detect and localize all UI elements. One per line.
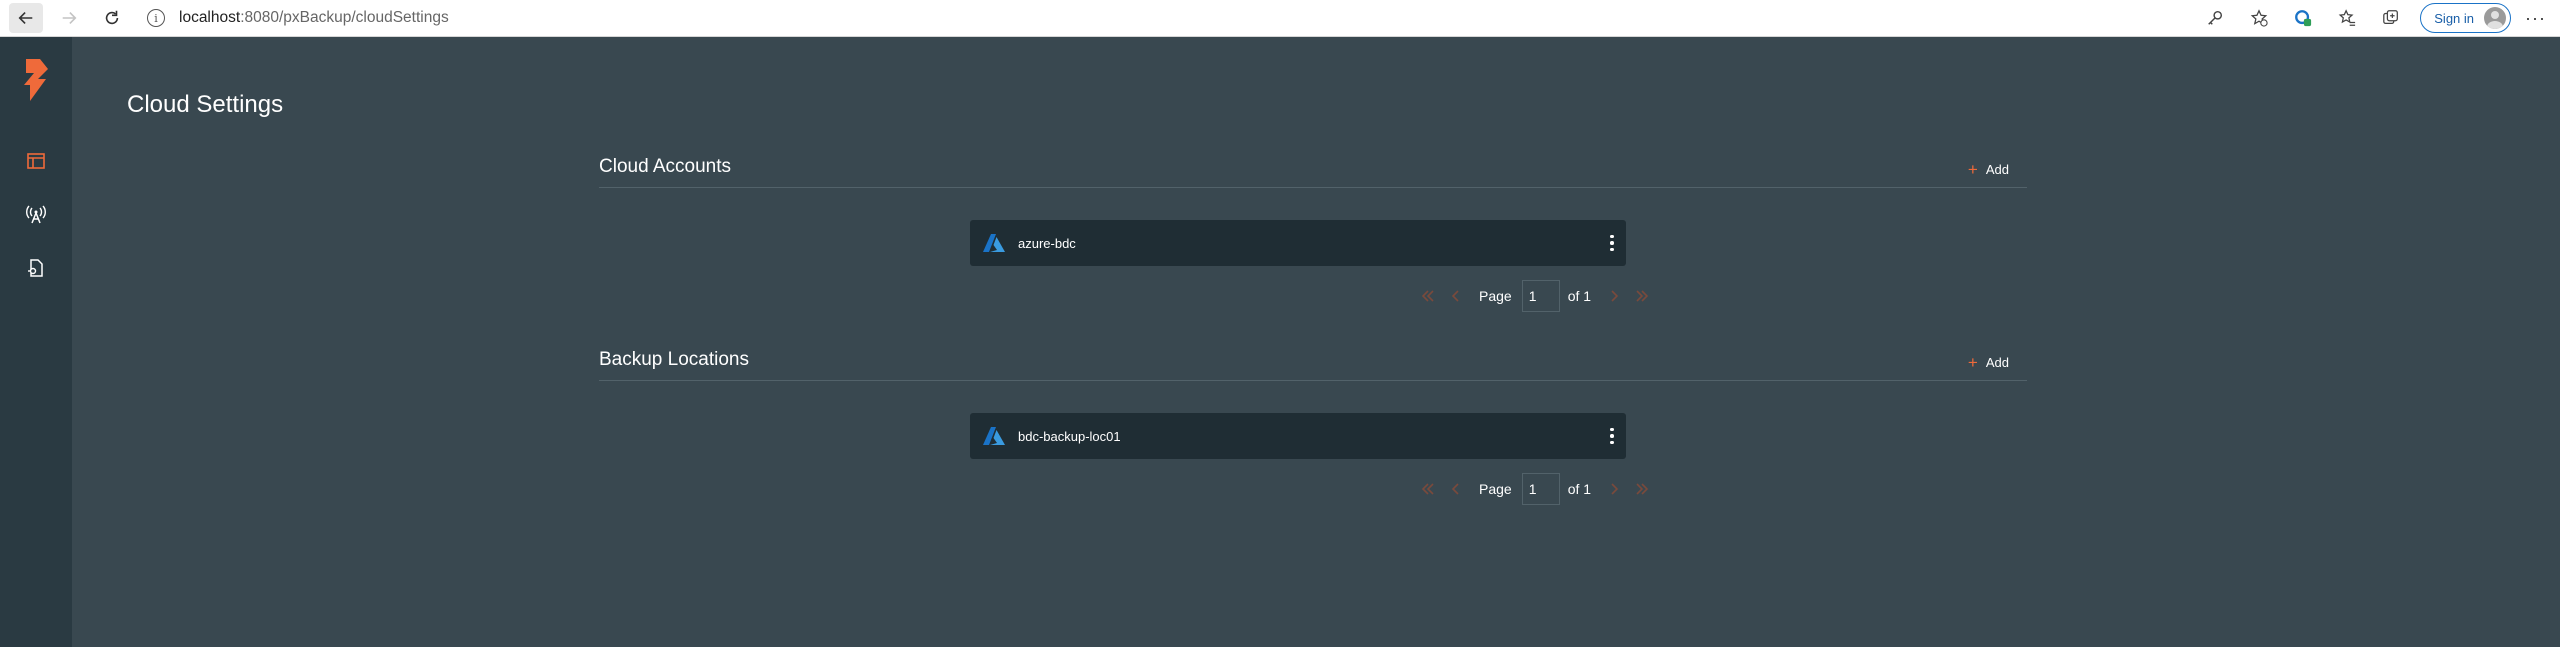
cloud-accounts-header: Cloud Accounts + Add: [599, 148, 2027, 188]
cloud-accounts-section: Cloud Accounts + Add azure-bdc Page of 1: [599, 148, 2027, 312]
cloud-account-card[interactable]: azure-bdc: [970, 220, 1626, 266]
reload-icon: [105, 10, 119, 25]
next-page-icon[interactable]: [1603, 285, 1625, 307]
kebab-menu-icon[interactable]: [1606, 425, 1618, 447]
favorites-icon[interactable]: [2330, 3, 2364, 33]
page-count-label: of 1: [1567, 288, 1592, 304]
next-page-icon[interactable]: [1603, 478, 1625, 500]
azure-icon: [983, 427, 1005, 445]
portworx-logo-icon[interactable]: [20, 57, 54, 103]
reload-button[interactable]: [95, 3, 129, 33]
prev-page-icon[interactable]: [1445, 478, 1467, 500]
sign-in-button[interactable]: Sign in: [2420, 3, 2512, 33]
plus-icon: +: [1967, 352, 1978, 372]
forward-arrow-icon: [62, 12, 77, 24]
first-page-icon[interactable]: [1417, 478, 1439, 500]
cloud-account-name: azure-bdc: [1018, 235, 1076, 251]
add-label: Add: [1985, 355, 2009, 370]
app-sidebar: [0, 37, 72, 647]
kebab-menu-icon[interactable]: [1606, 232, 1618, 254]
azure-icon: [983, 234, 1005, 252]
url-path: :8080/pxBackup/cloudSettings: [240, 9, 449, 26]
url-text[interactable]: localhost:8080/pxBackup/cloudSettings: [179, 9, 449, 27]
sidebar-item-license[interactable]: [21, 253, 51, 283]
plus-icon: +: [1967, 159, 1978, 179]
page-count-label: of 1: [1567, 481, 1592, 497]
forward-button[interactable]: [52, 3, 86, 33]
add-cloud-account-button[interactable]: + Add: [1967, 159, 2009, 179]
sign-in-label: Sign in: [2434, 10, 2475, 26]
collections-icon[interactable]: [2374, 3, 2408, 33]
first-page-icon[interactable]: [1417, 285, 1439, 307]
page-label: Page: [1479, 481, 1512, 497]
page-label: Page: [1479, 288, 1512, 304]
avatar: [2484, 7, 2507, 29]
page-title: Cloud Settings: [127, 91, 284, 118]
section-title: Backup Locations: [599, 349, 749, 370]
backup-locations-section: Backup Locations + Add bdc-backup-loc01 …: [599, 341, 2027, 505]
backup-location-name: bdc-backup-loc01: [1018, 428, 1121, 444]
back-arrow-icon: [18, 12, 33, 24]
add-label: Add: [1985, 162, 2009, 177]
more-options-button[interactable]: ···: [2525, 8, 2546, 29]
extension-icon[interactable]: [2286, 3, 2320, 33]
browser-toolbar: i localhost:8080/pxBackup/cloudSettings …: [0, 0, 2560, 37]
last-page-icon[interactable]: [1631, 285, 1653, 307]
favorite-add-icon[interactable]: [2242, 3, 2276, 33]
dashboard-icon: [27, 153, 45, 169]
cloud-accounts-pagination: Page of 1: [1417, 280, 1659, 312]
backup-location-card[interactable]: bdc-backup-loc01: [970, 413, 1626, 459]
address-bar[interactable]: i localhost:8080/pxBackup/cloudSettings: [147, 3, 2188, 33]
url-host: localhost: [179, 9, 241, 26]
section-title: Cloud Accounts: [599, 156, 732, 177]
sidebar-item-dashboard[interactable]: [21, 146, 51, 176]
last-page-icon[interactable]: [1631, 478, 1653, 500]
key-icon[interactable]: [2198, 3, 2232, 33]
sidebar-item-cloud-settings[interactable]: [21, 199, 51, 229]
back-button[interactable]: [9, 3, 43, 33]
page-number-input[interactable]: [1521, 280, 1560, 312]
document-key-icon: [28, 259, 43, 277]
site-info-icon[interactable]: i: [147, 9, 165, 27]
add-backup-location-button[interactable]: + Add: [1967, 352, 2009, 372]
antenna-icon: [26, 205, 46, 224]
backup-locations-header: Backup Locations + Add: [599, 341, 2027, 381]
prev-page-icon[interactable]: [1445, 285, 1467, 307]
page-number-input[interactable]: [1521, 473, 1560, 505]
backup-locations-pagination: Page of 1: [1417, 473, 1659, 505]
